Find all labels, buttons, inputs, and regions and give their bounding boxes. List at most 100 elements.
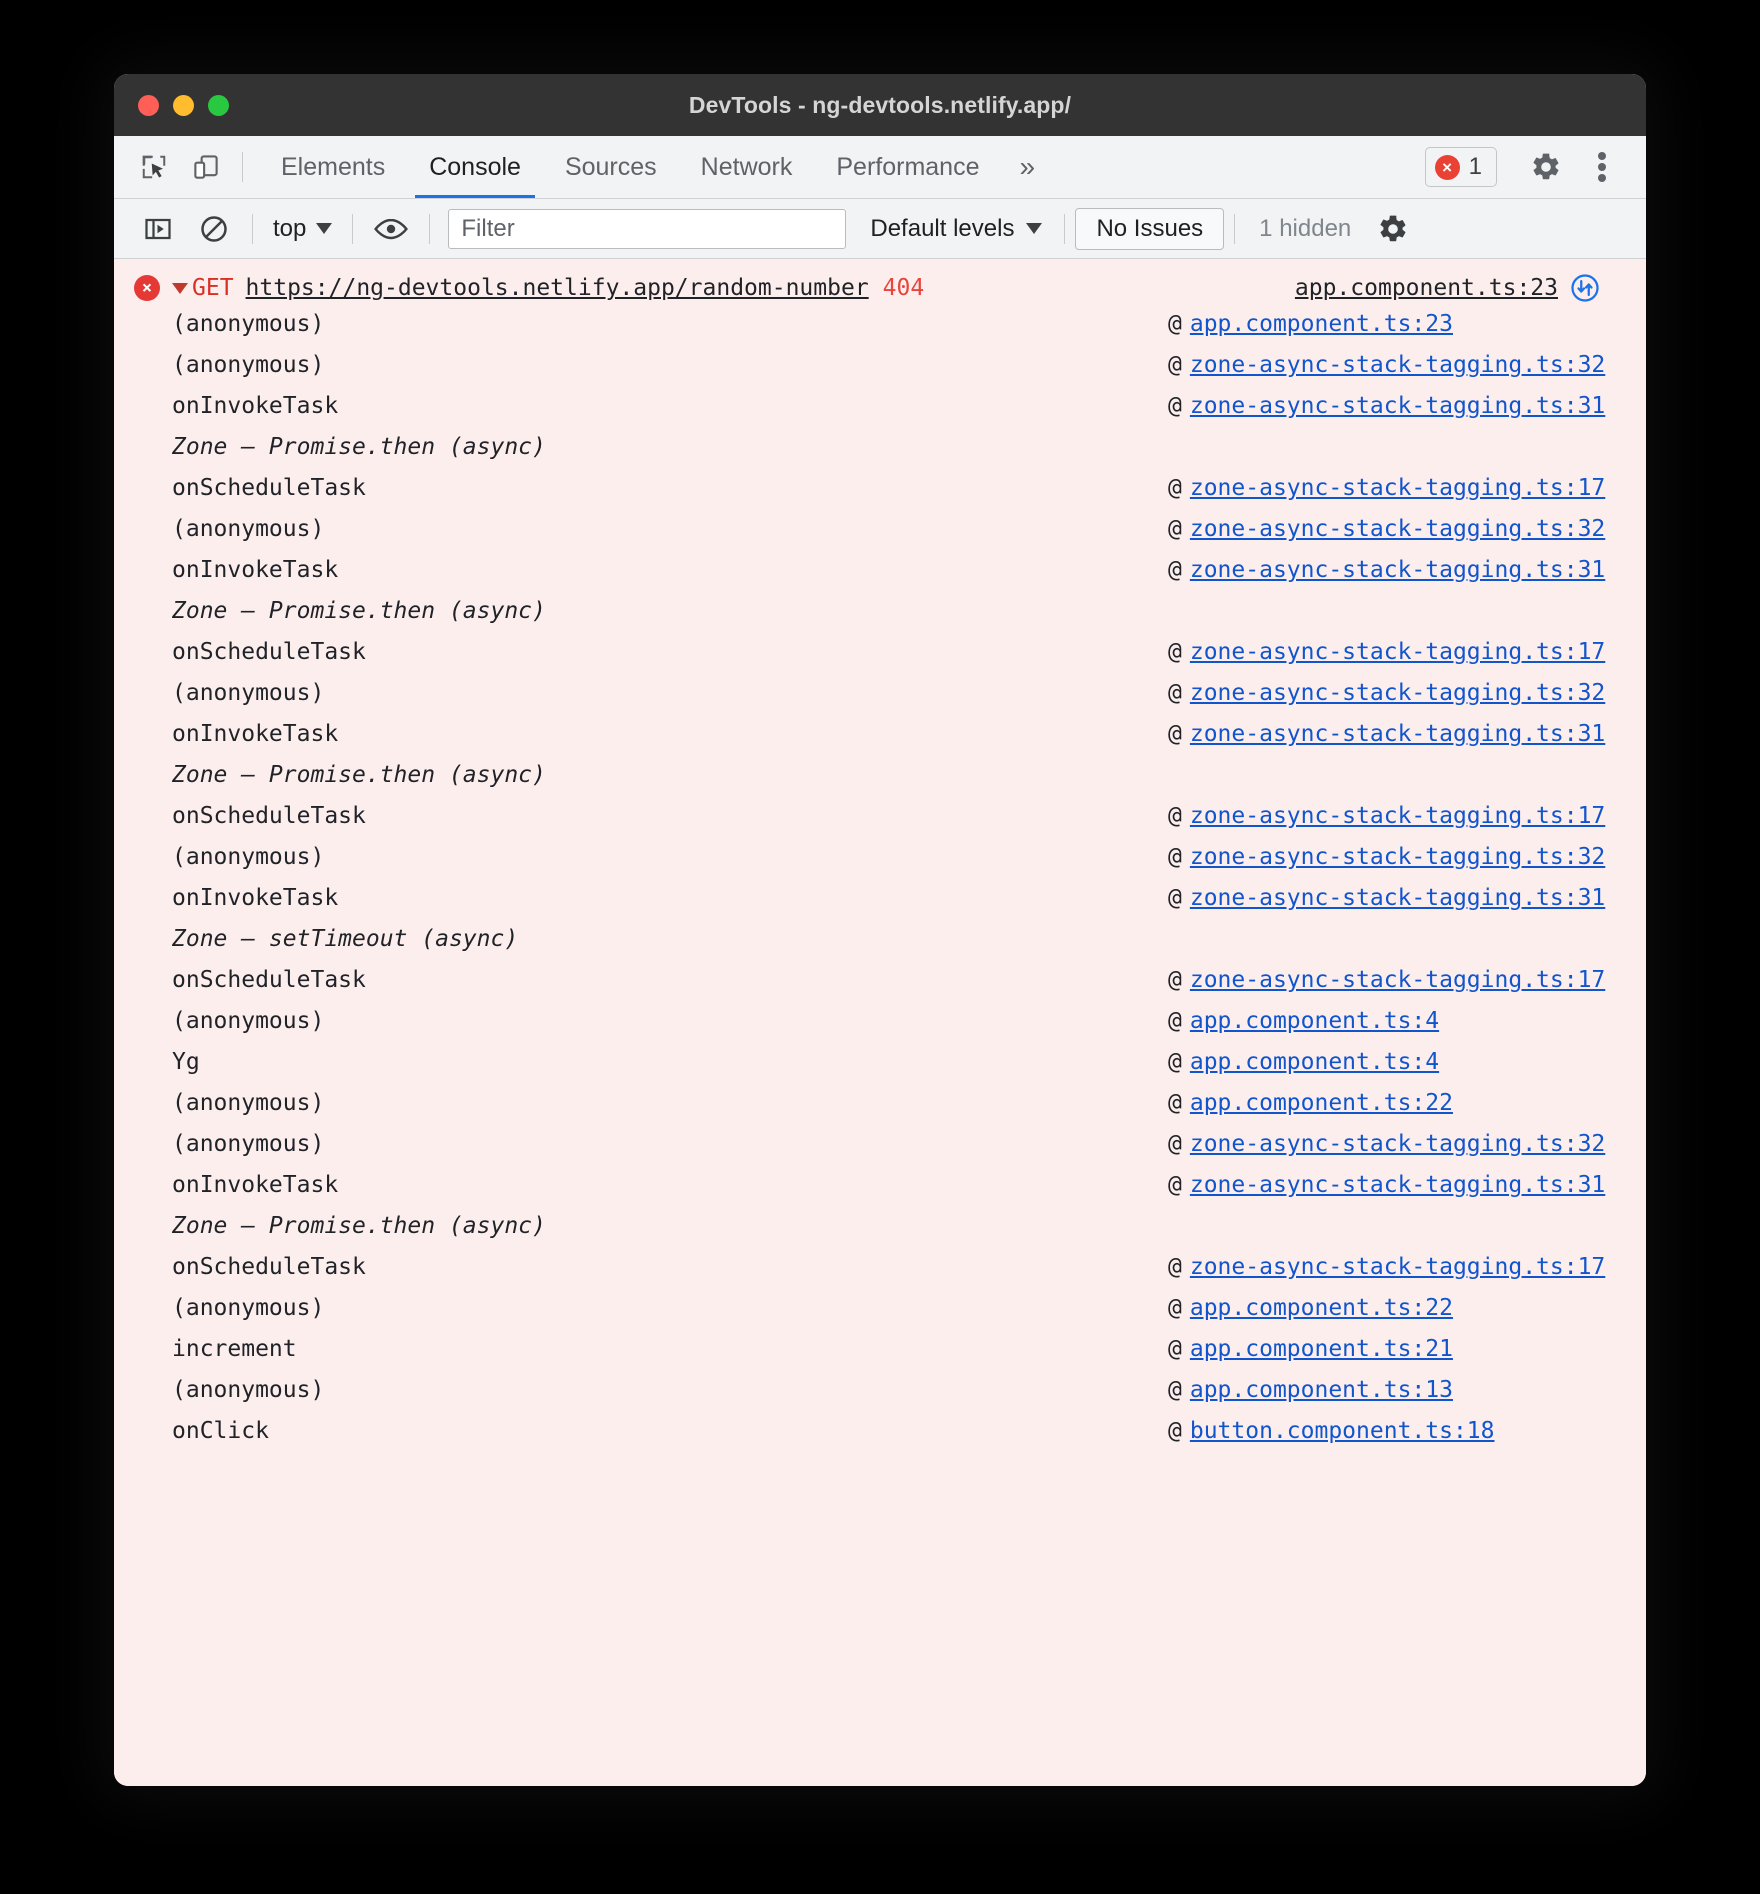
stack-function-name: onScheduleTask xyxy=(172,1254,366,1280)
stack-source-link[interactable]: zone-async-stack-tagging.ts:31 xyxy=(1190,721,1605,747)
stack-function-name: onScheduleTask xyxy=(172,967,366,993)
network-request-icon[interactable] xyxy=(1570,273,1600,303)
console-error-message[interactable]: × GET https://ng-devtools.netlify.app/ra… xyxy=(114,265,1646,311)
at-symbol: @ xyxy=(1168,1336,1182,1362)
stack-source-area: @ zone-async-stack-tagging.ts:32 xyxy=(1168,516,1628,542)
stack-source-link[interactable]: zone-async-stack-tagging.ts:17 xyxy=(1190,475,1605,501)
stack-source-area: @ app.component.ts:22 xyxy=(1168,1090,1628,1116)
more-tabs-button[interactable]: » xyxy=(1001,136,1053,198)
stack-source-link[interactable]: zone-async-stack-tagging.ts:31 xyxy=(1190,885,1605,911)
inspect-element-button[interactable] xyxy=(128,136,180,198)
at-symbol: @ xyxy=(1168,1254,1182,1280)
stack-frame-row: Yg @ app.component.ts:4 xyxy=(114,1049,1646,1090)
stack-source-link[interactable]: zone-async-stack-tagging.ts:31 xyxy=(1190,557,1605,583)
clear-console-button[interactable] xyxy=(186,214,242,244)
device-toolbar-icon xyxy=(191,152,221,182)
console-message-list[interactable]: × GET https://ng-devtools.netlify.app/ra… xyxy=(114,259,1646,1786)
stack-source-link[interactable]: zone-async-stack-tagging.ts:32 xyxy=(1190,352,1605,378)
expand-toggle-icon[interactable] xyxy=(172,282,188,294)
stack-source-area: @ app.component.ts:4 xyxy=(1168,1049,1628,1075)
window-title: DevTools - ng-devtools.netlify.app/ xyxy=(688,91,1072,118)
stack-source-link[interactable]: zone-async-stack-tagging.ts:17 xyxy=(1190,803,1605,829)
stack-function-name: onInvokeTask xyxy=(172,557,339,583)
execution-context-selector[interactable]: top xyxy=(263,215,342,243)
stack-zone-separator: Zone — Promise.then (async) xyxy=(114,1213,1646,1254)
tab-network[interactable]: Network xyxy=(679,136,815,198)
live-expression-icon xyxy=(374,216,409,242)
stack-source-link[interactable]: app.component.ts:13 xyxy=(1190,1377,1453,1403)
stack-source-link[interactable]: zone-async-stack-tagging.ts:17 xyxy=(1190,1254,1605,1280)
stack-function-name: (anonymous) xyxy=(172,1131,325,1157)
stack-source-link[interactable]: zone-async-stack-tagging.ts:17 xyxy=(1190,639,1605,665)
at-symbol: @ xyxy=(1168,352,1182,378)
stack-source-link[interactable]: zone-async-stack-tagging.ts:31 xyxy=(1190,393,1605,419)
tab-sources[interactable]: Sources xyxy=(543,136,679,198)
issues-button[interactable]: No Issues xyxy=(1075,207,1225,250)
at-symbol: @ xyxy=(1168,680,1182,706)
message-source-area: app.component.ts:23 xyxy=(1295,273,1628,303)
maximize-window-button[interactable] xyxy=(208,94,229,116)
tab-elements[interactable]: Elements xyxy=(259,136,407,198)
console-sidebar-toggle-button[interactable] xyxy=(130,214,186,244)
stack-source-area: @ zone-async-stack-tagging.ts:31 xyxy=(1168,393,1628,419)
stack-source-area: @ zone-async-stack-tagging.ts:32 xyxy=(1168,1131,1628,1157)
stack-frame-row: (anonymous) @ zone-async-stack-tagging.ts:… xyxy=(114,516,1646,557)
stack-source-link[interactable]: button.component.ts:18 xyxy=(1190,1418,1495,1444)
tab-console[interactable]: Console xyxy=(407,136,543,198)
message-source-link[interactable]: app.component.ts:23 xyxy=(1295,275,1558,301)
stack-source-link[interactable]: zone-async-stack-tagging.ts:31 xyxy=(1190,1172,1605,1198)
stack-frame-row: (anonymous) @ zone-async-stack-tagging.ts:… xyxy=(114,352,1646,393)
console-toolbar-divider-1 xyxy=(252,213,253,244)
filter-input[interactable] xyxy=(448,208,847,249)
stack-source-link[interactable]: zone-async-stack-tagging.ts:32 xyxy=(1190,516,1605,542)
error-circle-icon: × xyxy=(1434,154,1460,180)
stack-frame-row: onInvokeTask @ zone-async-stack-tagging.ts… xyxy=(114,721,1646,762)
stack-source-link[interactable]: zone-async-stack-tagging.ts:32 xyxy=(1190,844,1605,870)
stack-source-area: @ zone-async-stack-tagging.ts:17 xyxy=(1168,967,1628,993)
console-settings-button[interactable] xyxy=(1365,213,1421,245)
tabbar-divider-1 xyxy=(242,152,243,182)
stack-source-area: @ zone-async-stack-tagging.ts:32 xyxy=(1168,680,1628,706)
stack-frame-row: onInvokeTask @ zone-async-stack-tagging.ts… xyxy=(114,1172,1646,1213)
stack-source-link[interactable]: zone-async-stack-tagging.ts:17 xyxy=(1190,967,1605,993)
at-symbol: @ xyxy=(1168,1131,1182,1157)
stack-source-link[interactable]: app.component.ts:21 xyxy=(1190,1336,1453,1362)
zone-label: Zone — setTimeout (async) xyxy=(172,926,519,952)
stack-zone-separator: Zone — Promise.then (async) xyxy=(114,762,1646,803)
stack-source-area: @ zone-async-stack-tagging.ts:31 xyxy=(1168,721,1628,747)
stack-source-area: @ zone-async-stack-tagging.ts:31 xyxy=(1168,557,1628,583)
stack-source-link[interactable]: zone-async-stack-tagging.ts:32 xyxy=(1190,1131,1605,1157)
stack-function-name: (anonymous) xyxy=(172,1377,325,1403)
console-toolbar-divider-2 xyxy=(352,213,354,244)
stack-source-area: @ zone-async-stack-tagging.ts:17 xyxy=(1168,803,1628,829)
stack-source-area: @ app.component.ts:4 xyxy=(1168,1008,1628,1034)
devtools-more-options-button[interactable] xyxy=(1574,150,1630,184)
stack-frame-row: onInvokeTask @ zone-async-stack-tagging.ts… xyxy=(114,885,1646,926)
stack-function-name: onScheduleTask xyxy=(172,639,366,665)
stack-frame-row: onInvokeTask @ zone-async-stack-tagging.ts… xyxy=(114,557,1646,598)
stack-source-link[interactable]: app.component.ts:23 xyxy=(1190,311,1453,337)
stack-source-link[interactable]: app.component.ts:22 xyxy=(1190,1295,1453,1321)
at-symbol: @ xyxy=(1168,721,1182,747)
device-toolbar-button[interactable] xyxy=(180,136,232,198)
zone-label: Zone — Promise.then (async) xyxy=(172,598,546,624)
chevron-down-icon xyxy=(316,223,333,234)
error-count-badge[interactable]: × 1 xyxy=(1424,147,1497,187)
tab-performance[interactable]: Performance xyxy=(814,136,1001,198)
stack-source-link[interactable]: app.component.ts:4 xyxy=(1190,1008,1439,1034)
minimize-window-button[interactable] xyxy=(173,94,194,116)
at-symbol: @ xyxy=(1168,475,1182,501)
window-traffic-lights xyxy=(114,94,229,116)
kebab-menu-icon xyxy=(1597,150,1607,184)
close-window-button[interactable] xyxy=(138,94,159,116)
stack-source-link[interactable]: app.component.ts:4 xyxy=(1190,1049,1439,1075)
log-level-selector[interactable]: Default levels xyxy=(858,215,1054,243)
console-toolbar-divider-3 xyxy=(429,213,431,244)
stack-source-link[interactable]: app.component.ts:22 xyxy=(1190,1090,1453,1116)
request-url-link[interactable]: https://ng-devtools.netlify.app/random-n… xyxy=(246,275,869,301)
stack-trace-list: (anonymous) @ app.component.ts:23 (anonymou… xyxy=(114,311,1646,1459)
devtools-settings-button[interactable] xyxy=(1518,151,1574,183)
live-expression-button[interactable] xyxy=(363,216,419,242)
stack-source-link[interactable]: zone-async-stack-tagging.ts:32 xyxy=(1190,680,1605,706)
stack-function-name: (anonymous) xyxy=(172,1295,325,1321)
